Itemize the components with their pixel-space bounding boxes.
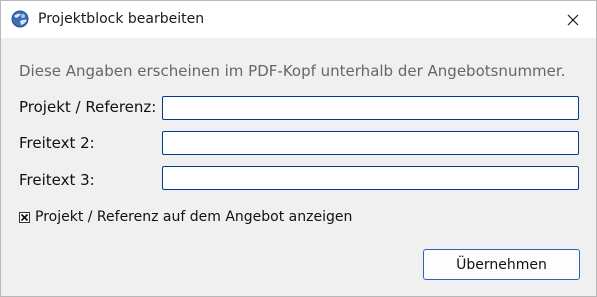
window-title: Projektblock bearbeiten <box>38 11 205 27</box>
freitext-2-input[interactable] <box>162 131 579 155</box>
field-label-freitext-2: Freitext 2: <box>19 134 95 152</box>
apply-button[interactable]: Übernehmen <box>423 249 580 280</box>
description-text: Diese Angaben erscheinen im PDF-Kopf unt… <box>19 62 566 80</box>
show-projekt-checkbox-label: Projekt / Referenz auf dem Angebot anzei… <box>35 209 353 225</box>
projekt-referenz-input[interactable] <box>162 96 579 120</box>
freitext-3-input[interactable] <box>162 166 579 190</box>
field-label-projekt: Projekt / Referenz: <box>19 98 157 116</box>
dialog-window: Projektblock bearbeiten Diese Angaben er… <box>0 0 597 297</box>
checkmark-x-icon <box>20 213 29 221</box>
show-projekt-checkbox-row[interactable]: Projekt / Referenz auf dem Angebot anzei… <box>19 209 352 225</box>
globe-app-icon <box>11 10 29 28</box>
dialog-content: Diese Angaben erscheinen im PDF-Kopf unt… <box>1 38 596 296</box>
field-label-freitext-3: Freitext 3: <box>19 171 95 189</box>
close-button[interactable] <box>550 1 596 38</box>
close-icon <box>567 14 579 25</box>
show-projekt-checkbox[interactable] <box>19 211 30 223</box>
title-bar: Projektblock bearbeiten <box>1 1 596 38</box>
